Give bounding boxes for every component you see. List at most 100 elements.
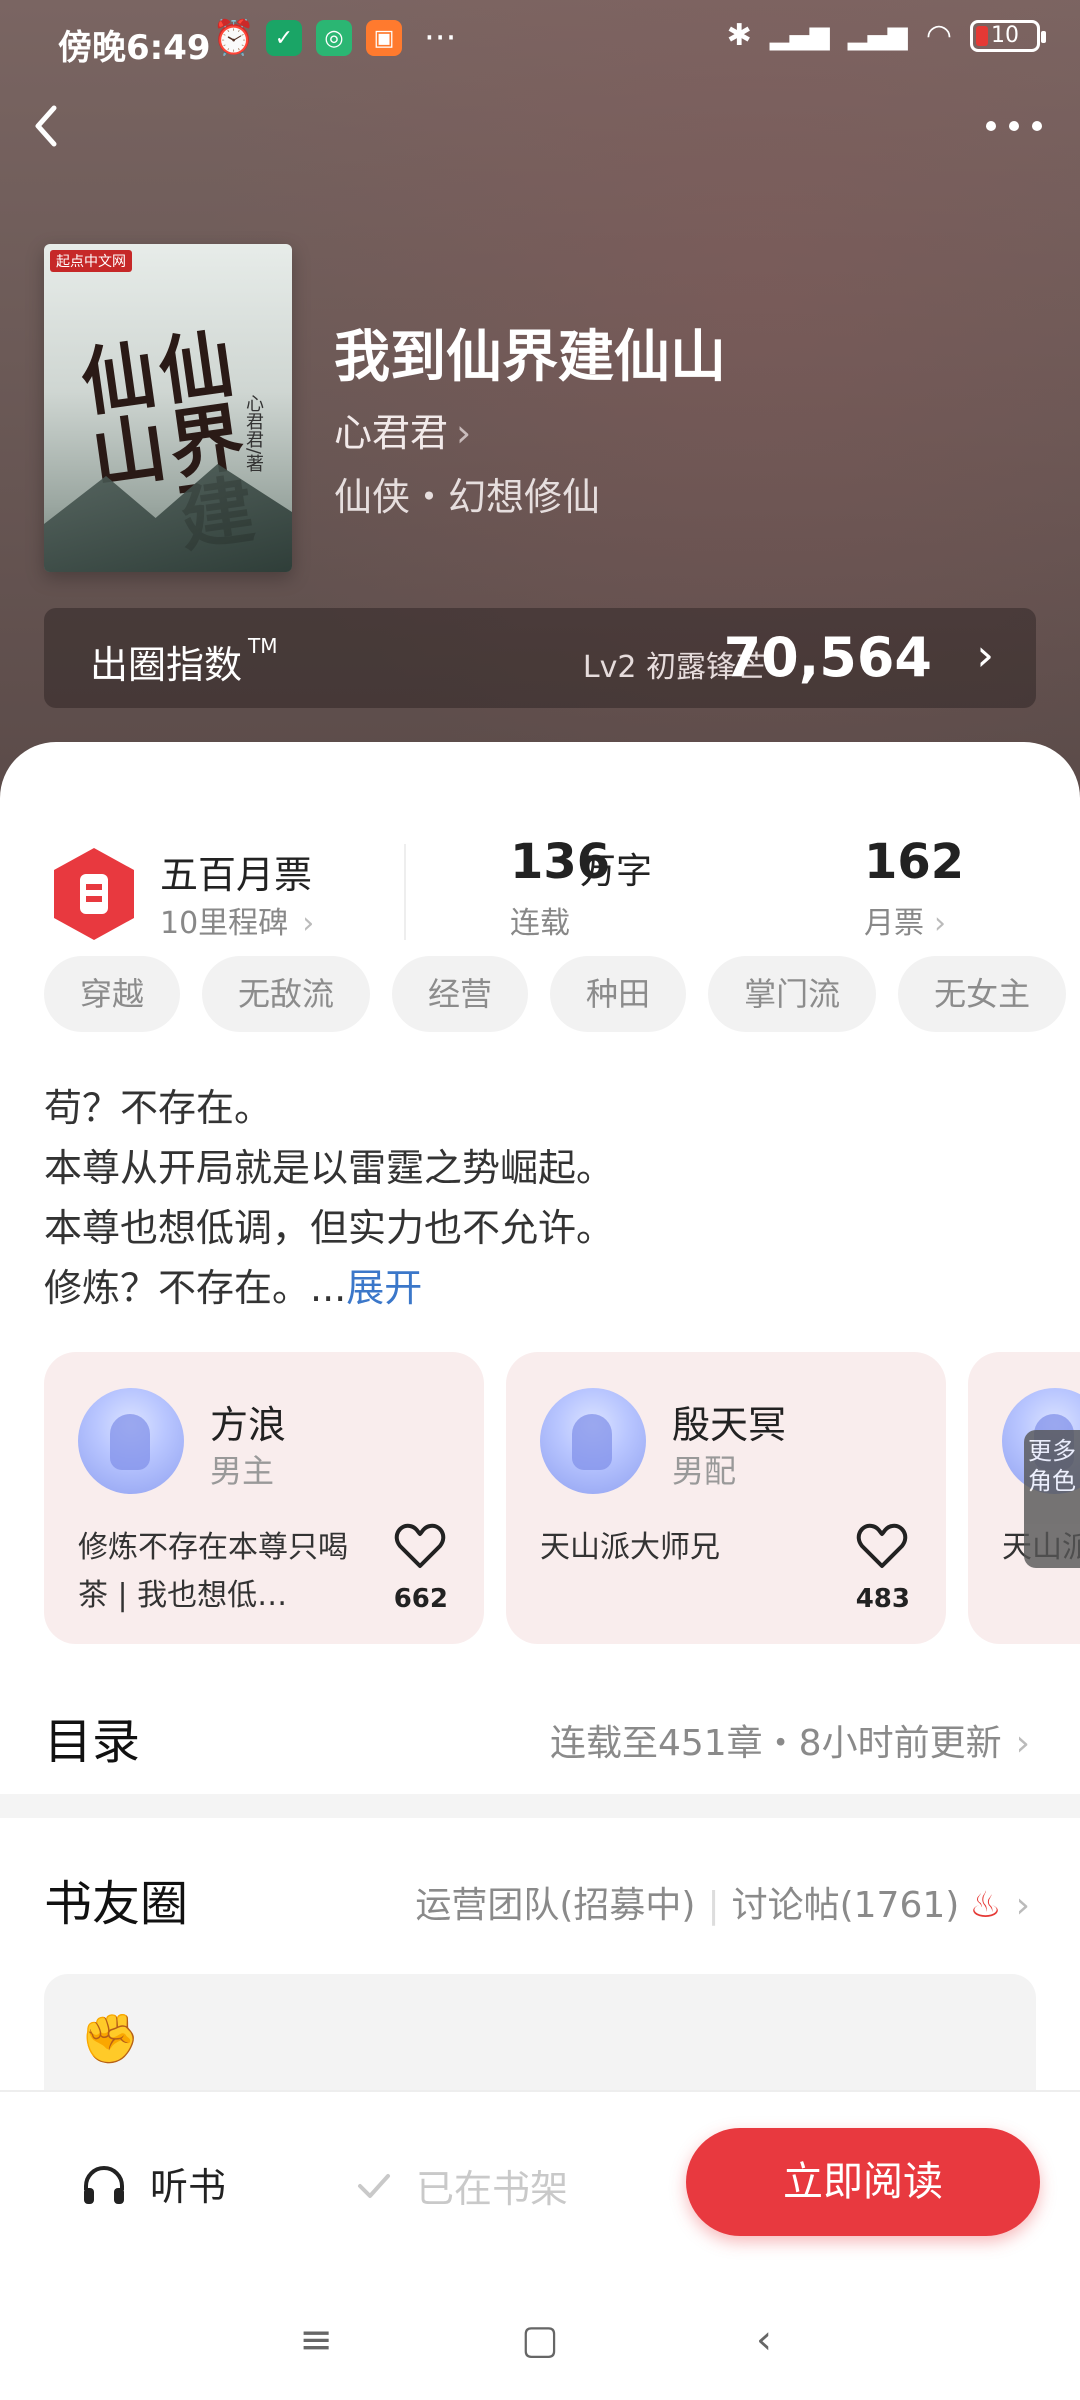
- character-carousel[interactable]: 方浪 男主 修炼不存在本尊只喝茶 | 我也想低… 662 殷天冥 男配 天山派大…: [44, 1352, 1080, 1648]
- word-count-unit: 万字: [580, 851, 653, 892]
- chevron-right-icon: ›: [1015, 1885, 1030, 1926]
- serial-status: 连载: [510, 906, 570, 941]
- character-desc: 修炼不存在本尊只喝茶 | 我也想低…: [78, 1530, 348, 1613]
- section-divider: [0, 1794, 1080, 1818]
- more-options-button[interactable]: [974, 96, 1054, 156]
- chevron-right-icon: ›: [456, 411, 472, 455]
- intro-line-last: 修炼？不存在。...展开: [44, 1266, 423, 1310]
- shopping-app-icon: ▣: [366, 20, 402, 56]
- like-count: 662: [393, 1584, 448, 1614]
- wifi-icon: ◠: [925, 18, 952, 53]
- signal-1-icon: ▂▄▆: [769, 20, 830, 51]
- character-card[interactable]: 殷天冥 男配 天山派大师兄 483: [506, 1352, 946, 1644]
- tag-chip[interactable]: 无敌流: [202, 956, 371, 1032]
- intro-line: 本尊也想低调，但实力也不允许。: [44, 1206, 615, 1250]
- monthly-votes-number: 162: [864, 834, 965, 890]
- more-notifications-icon: ···: [424, 18, 457, 58]
- back-nav-icon[interactable]: ‹: [734, 2310, 794, 2370]
- intro-line: 本尊从开局就是以雷霆之势崛起。: [44, 1146, 615, 1190]
- read-now-button[interactable]: 立即阅读: [686, 2128, 1040, 2236]
- toc-label: 目录: [44, 1714, 141, 1770]
- tag-chip[interactable]: 无女主: [898, 956, 1067, 1032]
- signal-2-icon: ▂▄▆: [847, 20, 908, 51]
- author-link[interactable]: 心君君 ›: [334, 402, 471, 457]
- check-icon: [358, 2173, 390, 2198]
- cover-publisher-badge: 起点中文网: [50, 250, 132, 272]
- bottom-action-bar: 听书 已在书架 立即阅读: [0, 2090, 1080, 2270]
- monthly-votes-link[interactable]: 月票 ›: [864, 898, 946, 942]
- menu-icon[interactable]: ≡: [286, 2310, 346, 2370]
- tag-list: 穿越 无敌流 经营 种田 掌门流 无女主: [44, 956, 1067, 1036]
- character-avatar: [78, 1388, 184, 1494]
- top-navigation: [0, 90, 1080, 170]
- tag-chip[interactable]: 种田: [550, 956, 687, 1032]
- cover-author-art: 心君君/著: [243, 394, 264, 473]
- stats-divider: [404, 844, 406, 940]
- table-of-contents-row[interactable]: 目录 连载至451章・8小时前更新 ›: [0, 1680, 1080, 1800]
- monthly-ticket-badge-icon: [54, 848, 134, 940]
- chevron-right-icon: ›: [976, 630, 994, 681]
- battery-icon: 10: [970, 19, 1046, 52]
- book-genre: 仙侠・幻想修仙: [334, 475, 601, 519]
- circle-index-score: 70,564: [723, 626, 932, 689]
- fist-emoji-icon: ✊: [80, 2011, 140, 2067]
- battery-level: 10: [991, 22, 1019, 48]
- on-shelf-button[interactable]: 已在书架: [354, 2158, 568, 2213]
- back-arrow-icon: [35, 105, 57, 147]
- book-circle-row[interactable]: 书友圈 运营团队(招募中) | 讨论帖(1761) ♨ ›: [0, 1842, 1080, 1962]
- expand-link[interactable]: 展开: [346, 1266, 422, 1310]
- status-time: 傍晚6:49: [58, 28, 211, 68]
- listen-button[interactable]: 听书: [80, 2156, 226, 2211]
- listen-label: 听书: [150, 2165, 227, 2209]
- bluetooth-icon: ✱: [726, 18, 752, 53]
- headphones-icon: [84, 2165, 124, 2204]
- back-button[interactable]: [26, 96, 86, 156]
- book-title: 我到仙界建仙山: [334, 325, 726, 390]
- character-name: 殷天冥: [672, 1403, 787, 1447]
- circle-index-label: 出圈指数 TM: [90, 634, 278, 687]
- book-circle-label: 书友圈: [44, 1876, 189, 1932]
- character-desc: 天山派大师兄: [540, 1530, 720, 1565]
- shield-app-icon: ✓: [266, 20, 302, 56]
- toc-meta: 连载至451章・8小时前更新 ›: [549, 1723, 1030, 1764]
- meta-separator: |: [707, 1885, 720, 1926]
- tag-chip[interactable]: 穿越: [44, 956, 181, 1032]
- hotspot-app-icon: ◎: [316, 20, 352, 56]
- book-circle-meta: 运营团队(招募中) | 讨论帖(1761) ♨ ›: [415, 1876, 1030, 1928]
- on-shelf-label: 已在书架: [416, 2167, 569, 2211]
- milestone-link[interactable]: 10里程碑 ›: [160, 898, 314, 942]
- tag-chip[interactable]: 掌门流: [708, 956, 877, 1032]
- stats-row: 五百月票 10里程碑 › 136 万字 连载 162 月票 ›: [0, 784, 1080, 941]
- more-dots-icon: [986, 121, 1042, 131]
- character-role: 男主: [210, 1452, 275, 1490]
- chevron-right-icon: ›: [934, 906, 946, 941]
- author-name: 心君君: [334, 411, 449, 455]
- status-bar: 傍晚6:49 ⏰ ✓ ◎ ▣ ··· ✱ ▂▄▆ ▂▄▆ ◠ 10: [0, 0, 1080, 80]
- trademark-mark: TM: [248, 634, 278, 658]
- system-navigation-bar: ≡ ▢ ‹: [0, 2270, 1080, 2400]
- chevron-right-icon: ›: [302, 906, 315, 941]
- more-roles-button[interactable]: 更多角色: [1024, 1430, 1080, 1568]
- status-system-icons: ✱ ▂▄▆ ▂▄▆ ◠ 10: [726, 18, 1046, 53]
- fire-icon: ♨: [969, 1885, 1002, 1926]
- circle-index-bar[interactable]: 出圈指数 TM Lv2 初露锋芒 70,564 ›: [44, 608, 1036, 708]
- book-intro[interactable]: 苟？不存在。 本尊从开局就是以雷霆之势崛起。 本尊也想低调，但实力也不允许。 修…: [44, 1078, 1044, 1318]
- book-detail-card: 五百月票 10里程碑 › 136 万字 连载 162 月票 › 穿越 无敌流 经营 …: [0, 742, 1080, 2114]
- alarm-icon: ⏰: [212, 18, 256, 58]
- book-cover[interactable]: 起点中文网 仙界建仙山 心君君/著: [44, 244, 292, 572]
- milestone-title: 五百月票: [160, 853, 313, 897]
- intro-line: 苟？不存在。: [44, 1086, 273, 1130]
- ops-team-link[interactable]: 运营团队(招募中): [415, 1885, 695, 1926]
- like-count: 483: [855, 1584, 910, 1614]
- character-avatar: [540, 1388, 646, 1494]
- character-role: 男配: [672, 1452, 737, 1490]
- character-name: 方浪: [210, 1403, 287, 1447]
- discussion-link[interactable]: 讨论帖(1761): [732, 1885, 960, 1926]
- chevron-right-icon: ›: [1015, 1723, 1030, 1764]
- tag-chip[interactable]: 经营: [392, 956, 529, 1032]
- heart-icon[interactable]: [856, 1522, 908, 1570]
- heart-icon[interactable]: [394, 1522, 446, 1570]
- status-notification-icons: ⏰ ✓ ◎ ▣ ···: [212, 18, 457, 58]
- character-card[interactable]: 方浪 男主 修炼不存在本尊只喝茶 | 我也想低… 662: [44, 1352, 484, 1644]
- home-icon[interactable]: ▢: [510, 2310, 570, 2370]
